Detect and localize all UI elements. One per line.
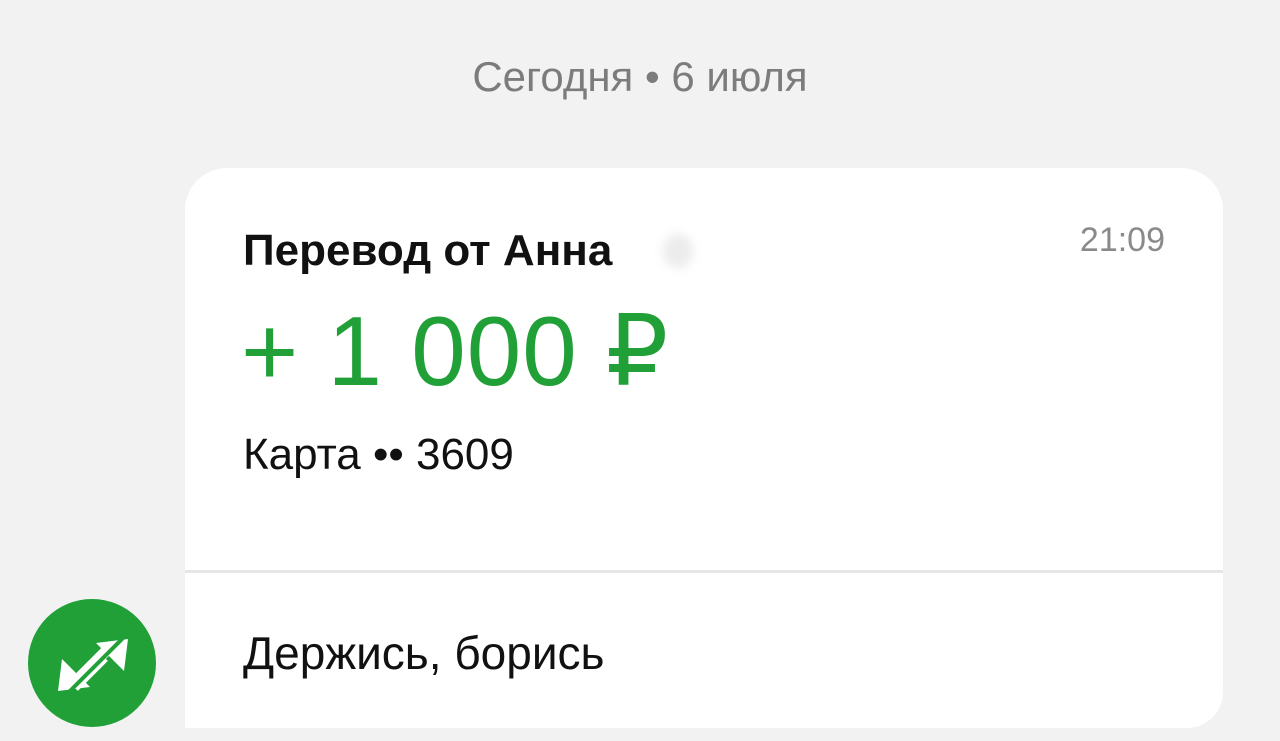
transfer-arrows-icon[interactable] [28,599,156,727]
transfer-message: Держись, борись [243,627,605,679]
chat-screen: Сегодня • 6 июля Перевод от Анна 21:09 +… [0,0,1280,741]
transfer-amount: + 1 000 ₽ [241,296,670,406]
date-separator: Сегодня • 6 июля [472,53,808,100]
sender-name-redaction [663,228,1003,274]
transfer-time: 21:09 [1079,221,1165,259]
transfer-arrows-icon-graphic [58,627,134,699]
transfer-card[interactable]: Перевод от Анна 21:09 + 1 000 ₽ Карта ••… [185,168,1223,728]
transfer-card-header: Перевод от Анна 21:09 + 1 000 ₽ Карта ••… [185,168,1223,570]
transfer-title: Перевод от Анна [243,226,613,275]
card-number: Карта •• 3609 [243,430,514,479]
